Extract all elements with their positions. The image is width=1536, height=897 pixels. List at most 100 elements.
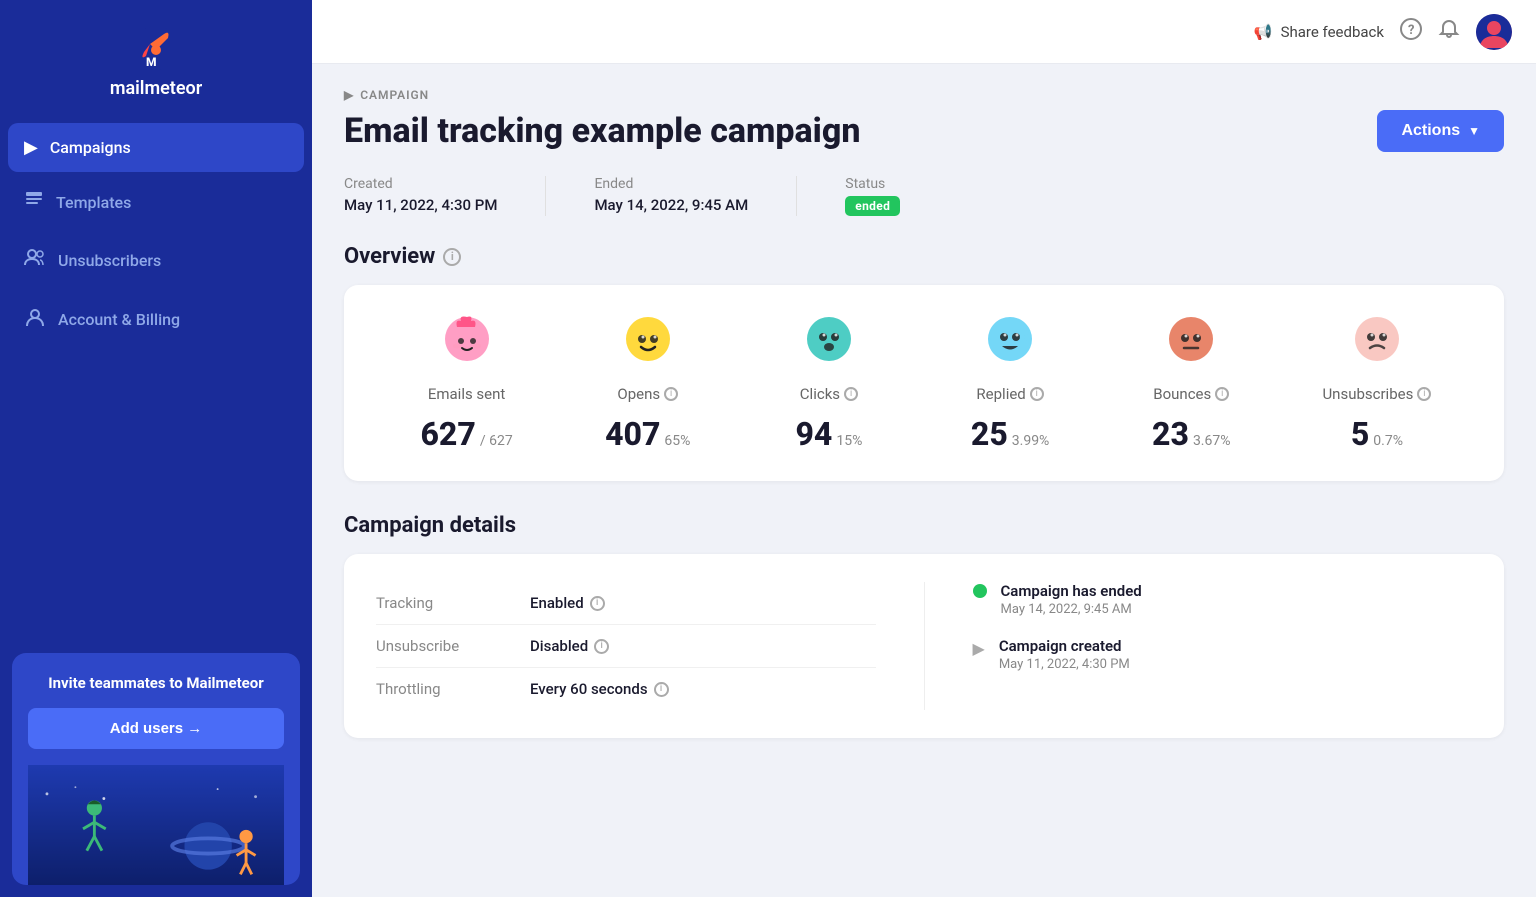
timeline-item-created: ▶ Campaign created May 11, 2022, 4:30 PM <box>973 637 1473 672</box>
details-section-title: Campaign details <box>344 513 1504 538</box>
throttling-value: Every 60 seconds i <box>530 680 669 698</box>
stat-emails-sent: Emails sent 627 / 627 <box>417 313 517 453</box>
ended-value: May 14, 2022, 9:45 AM <box>594 196 748 214</box>
breadcrumb: ▶ CAMPAIGN <box>344 88 1504 102</box>
bounces-emoji <box>1165 313 1217 373</box>
stat-opens: Opens i 407 65% <box>598 313 698 453</box>
share-feedback-button[interactable]: 📢 Share feedback <box>1254 23 1384 41</box>
replied-info-icon[interactable]: i <box>1030 387 1044 401</box>
sidebar-illustration <box>28 765 284 885</box>
emails-sent-label: Emails sent <box>428 385 505 403</box>
unsubscribes-value: 5 0.7% <box>1351 415 1403 453</box>
sidebar-invite-box: Invite teammates to Mailmeteor Add users… <box>12 653 300 885</box>
sidebar-item-label-unsubscribers: Unsubscribers <box>58 251 161 270</box>
throttling-info-icon[interactable]: i <box>654 682 669 697</box>
opens-value: 407 65% <box>605 415 690 453</box>
sidebar-item-campaigns[interactable]: ▶ Campaigns <box>8 123 304 172</box>
sidebar-item-label-templates: Templates <box>56 193 131 212</box>
clicks-value: 94 15% <box>795 415 862 453</box>
throttling-key: Throttling <box>376 680 506 698</box>
page-content: ▶ CAMPAIGN Email tracking example campai… <box>312 64 1536 897</box>
sidebar-logo-text: mailmeteor <box>110 78 202 99</box>
detail-throttling: Throttling Every 60 seconds i <box>376 668 876 710</box>
meta-divider-2 <box>796 176 797 216</box>
unsubscribes-info-icon[interactable]: i <box>1417 387 1431 401</box>
status-badge: ended <box>845 196 900 216</box>
timeline-content-ended: Campaign has ended May 14, 2022, 9:45 AM <box>1001 582 1142 617</box>
svg-text:?: ? <box>1408 23 1414 38</box>
replied-emoji <box>984 313 1036 373</box>
add-users-button[interactable]: Add users → <box>28 708 284 749</box>
timeline-content-created: Campaign created May 11, 2022, 4:30 PM <box>999 637 1130 672</box>
opens-emoji <box>622 313 674 373</box>
stat-unsubscribes: Unsubscribes i 5 0.7% <box>1322 313 1431 453</box>
svg-text:M: M <box>146 55 157 69</box>
sidebar-item-label-campaigns: Campaigns <box>50 138 131 157</box>
timeline-arrow-icon: ▶ <box>973 639 985 658</box>
main-content: 📢 Share feedback ? ▶ CAMPAIGN Email trac… <box>312 0 1536 897</box>
bounces-value: 23 3.67% <box>1152 415 1230 453</box>
breadcrumb-icon: ▶ <box>344 88 354 102</box>
unsubscribe-info-icon[interactable]: i <box>594 639 609 654</box>
megaphone-icon: 📢 <box>1254 23 1273 41</box>
details-right: Campaign has ended May 14, 2022, 9:45 AM… <box>924 582 1473 710</box>
timeline-item-ended: Campaign has ended May 14, 2022, 9:45 AM <box>973 582 1473 617</box>
overview-section-title: Overview i <box>344 244 1504 269</box>
meta-row: Created May 11, 2022, 4:30 PM Ended May … <box>344 176 1504 216</box>
sidebar-item-label-account: Account & Billing <box>58 310 180 329</box>
unsubscribes-emoji <box>1351 313 1403 373</box>
clicks-info-icon[interactable]: i <box>844 387 858 401</box>
detail-tracking: Tracking Enabled i <box>376 582 876 625</box>
tracking-key: Tracking <box>376 594 506 612</box>
templates-icon <box>24 190 44 215</box>
clicks-label: Clicks i <box>800 385 858 403</box>
created-meta: Created May 11, 2022, 4:30 PM <box>344 176 497 214</box>
stat-replied: Replied i 25 3.99% <box>960 313 1060 453</box>
details-left: Tracking Enabled i Unsubscribe Disabled … <box>376 582 876 710</box>
bounces-info-icon[interactable]: i <box>1215 387 1229 401</box>
detail-unsubscribe: Unsubscribe Disabled i <box>376 625 876 668</box>
sidebar-invite-title: Invite teammates to Mailmeteor <box>28 673 284 694</box>
emails-sent-emoji <box>441 313 493 373</box>
meta-divider-1 <box>545 176 546 216</box>
timeline-dot-green <box>973 584 987 598</box>
tracking-value: Enabled i <box>530 594 605 612</box>
mailmeteor-logo-icon: M <box>132 24 180 72</box>
opens-info-icon[interactable]: i <box>664 387 678 401</box>
unsubscribes-label: Unsubscribes i <box>1322 385 1431 403</box>
sidebar-item-unsubscribers[interactable]: Unsubscribers <box>8 233 304 288</box>
notification-bell-icon[interactable] <box>1438 18 1460 45</box>
opens-label: Opens i <box>617 385 678 403</box>
unsubscribe-value: Disabled i <box>530 637 609 655</box>
page-title: Email tracking example campaign <box>344 111 860 151</box>
created-value: May 11, 2022, 4:30 PM <box>344 196 497 214</box>
status-label: Status <box>845 176 900 192</box>
status-meta: Status ended <box>845 176 900 216</box>
ended-meta: Ended May 14, 2022, 9:45 AM <box>594 176 748 214</box>
sidebar-item-account-billing[interactable]: Account & Billing <box>8 292 304 347</box>
stat-bounces: Bounces i 23 3.67% <box>1141 313 1241 453</box>
breadcrumb-label: CAMPAIGN <box>360 88 429 102</box>
overview-info-icon[interactable]: i <box>443 248 461 266</box>
overview-card: Emails sent 627 / 627 <box>344 285 1504 481</box>
created-label: Created <box>344 176 497 192</box>
sidebar: M mailmeteor ▶ Campaigns Templates Unsub… <box>0 0 312 897</box>
account-billing-icon <box>24 306 46 333</box>
replied-value: 25 3.99% <box>971 415 1049 453</box>
timeline-arrow-indicator: ▶ <box>973 639 985 658</box>
bounces-label: Bounces i <box>1153 385 1229 403</box>
tracking-info-icon[interactable]: i <box>590 596 605 611</box>
sidebar-item-templates[interactable]: Templates <box>8 176 304 229</box>
clicks-emoji <box>803 313 855 373</box>
sidebar-nav: ▶ Campaigns Templates Unsubscribers Acco… <box>0 115 312 355</box>
details-card: Tracking Enabled i Unsubscribe Disabled … <box>344 554 1504 738</box>
actions-caret-icon: ▼ <box>1468 124 1480 138</box>
help-icon[interactable]: ? <box>1400 18 1422 45</box>
user-avatar[interactable] <box>1476 14 1512 50</box>
page-title-row: Email tracking example campaign Actions … <box>344 110 1504 152</box>
actions-button[interactable]: Actions ▼ <box>1377 110 1504 152</box>
ended-label: Ended <box>594 176 748 192</box>
replied-label: Replied i <box>976 385 1043 403</box>
sidebar-logo: M mailmeteor <box>0 0 312 115</box>
emails-sent-value: 627 / 627 <box>420 415 512 453</box>
